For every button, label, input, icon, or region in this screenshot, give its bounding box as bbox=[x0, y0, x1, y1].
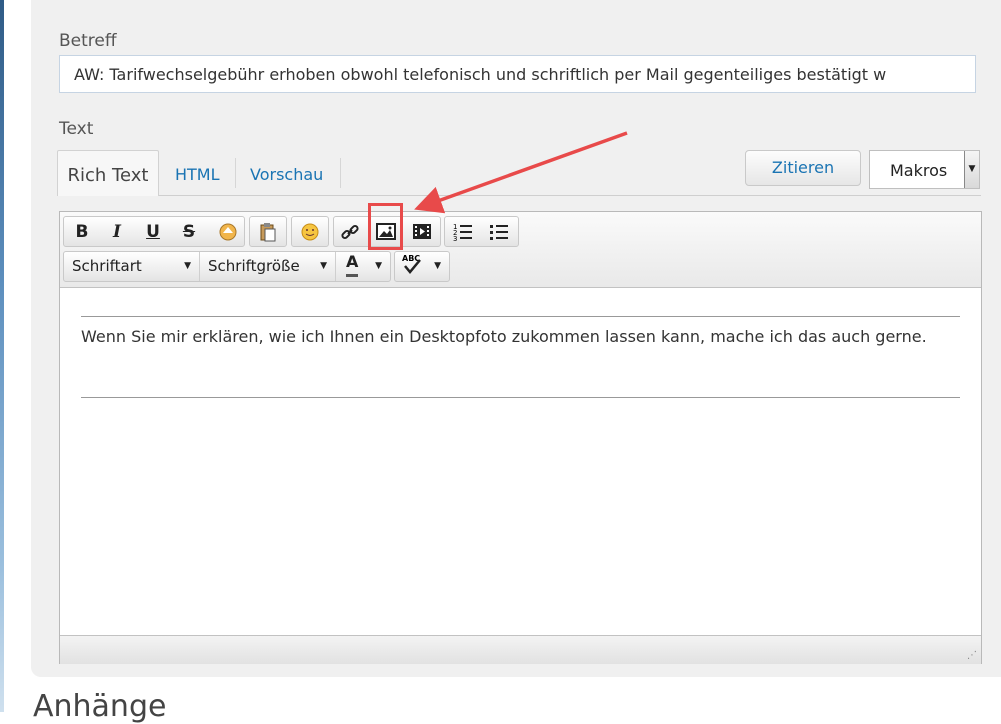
quote-rule-bottom bbox=[81, 397, 960, 398]
text-label: Text bbox=[59, 119, 94, 139]
ordered-list-icon[interactable]: 123 bbox=[449, 219, 477, 245]
attachments-heading: Anhänge bbox=[33, 689, 167, 724]
font-family-combo[interactable]: Schriftart ▼ bbox=[64, 252, 200, 281]
tab-separator bbox=[235, 158, 236, 188]
underline-icon[interactable]: U bbox=[139, 219, 167, 245]
font-size-combo[interactable]: Schriftgröße ▼ bbox=[200, 252, 336, 281]
paste-group bbox=[249, 216, 287, 247]
quote-rule-top bbox=[81, 316, 960, 317]
video-icon[interactable] bbox=[408, 219, 436, 245]
spellcheck-combo[interactable]: ABC ▼ bbox=[395, 252, 449, 281]
annotation-highlight-box bbox=[368, 203, 403, 250]
macros-select-value: Makros bbox=[890, 161, 948, 180]
subject-label: Betreff bbox=[59, 31, 117, 51]
macros-select[interactable]: Makros ▼ bbox=[869, 150, 980, 189]
chevron-down-icon: ▼ bbox=[184, 261, 191, 271]
format-group: B I U S bbox=[63, 216, 245, 247]
quote-button[interactable]: Zitieren bbox=[745, 150, 861, 186]
editor-toolbar: B I U S 1 2 3 Schriftart ▼ Schriftgröße … bbox=[60, 212, 981, 288]
tab-rich-text[interactable]: Rich Text bbox=[57, 150, 159, 196]
font-group: Schriftart ▼ Schriftgröße ▼ A ▼ bbox=[63, 251, 391, 282]
bold-icon[interactable]: B bbox=[68, 219, 96, 245]
spellcheck-icon: ABC bbox=[401, 252, 423, 286]
smiley-icon[interactable] bbox=[296, 219, 324, 245]
left-edge-strip bbox=[0, 0, 4, 712]
strikethrough-icon[interactable]: S bbox=[175, 219, 203, 245]
clear-format-icon[interactable] bbox=[214, 219, 242, 245]
rich-text-editor: B I U S 1 2 3 Schriftart ▼ Schriftgröße … bbox=[59, 211, 982, 664]
font-color-combo[interactable]: A ▼ bbox=[336, 252, 390, 281]
svg-text:3: 3 bbox=[453, 235, 457, 242]
link-icon[interactable] bbox=[336, 219, 364, 245]
tab-separator bbox=[340, 158, 341, 188]
smiley-group bbox=[291, 216, 329, 247]
chevron-down-icon[interactable]: ▼ bbox=[964, 151, 979, 188]
chevron-down-icon: ▼ bbox=[320, 261, 327, 271]
font-family-value: Schriftart bbox=[72, 257, 142, 275]
tab-vorschau[interactable]: Vorschau bbox=[250, 151, 323, 196]
list-group: 123 bbox=[444, 216, 519, 247]
spellcheck-group: ABC ▼ bbox=[394, 251, 450, 282]
paste-icon[interactable] bbox=[254, 219, 282, 245]
bullet-list-icon[interactable] bbox=[485, 219, 513, 245]
chevron-down-icon: ▼ bbox=[375, 261, 382, 271]
editor-statusbar: ⋰ bbox=[60, 635, 981, 664]
editor-content[interactable]: Wenn Sie mir erklären, wie ich Ihnen ein… bbox=[60, 288, 981, 633]
chevron-down-icon: ▼ bbox=[434, 261, 441, 271]
editor-body-text: Wenn Sie mir erklären, wie ich Ihnen ein… bbox=[81, 327, 927, 346]
tab-html[interactable]: HTML bbox=[175, 151, 220, 196]
subject-input[interactable]: AW: Tarifwechselgebühr erhoben obwohl te… bbox=[59, 55, 976, 93]
font-size-value: Schriftgröße bbox=[208, 257, 300, 275]
italic-icon[interactable]: I bbox=[103, 219, 131, 245]
font-color-icon: A bbox=[346, 250, 359, 277]
resize-handle-icon[interactable]: ⋰ bbox=[967, 650, 977, 661]
